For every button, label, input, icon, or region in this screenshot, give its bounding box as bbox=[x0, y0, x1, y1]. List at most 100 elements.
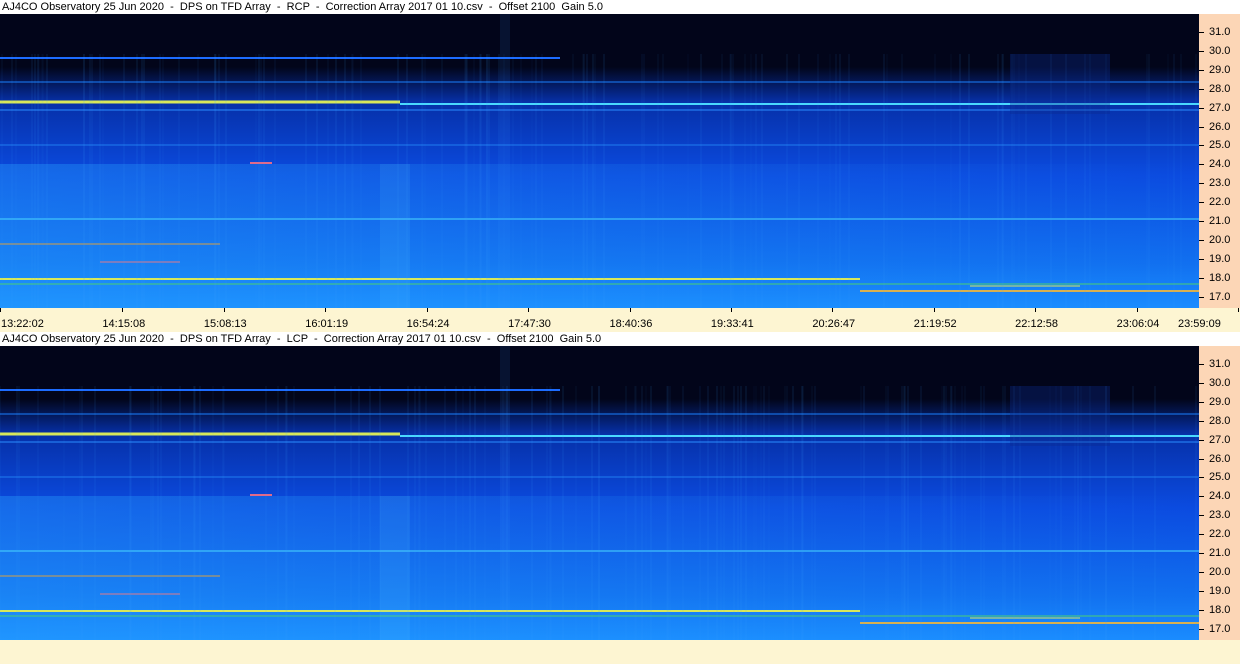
frequency-tick bbox=[1199, 364, 1204, 365]
frequency-label: 25.0 bbox=[1209, 471, 1231, 484]
night-region bbox=[1010, 386, 1110, 446]
time-tick bbox=[730, 308, 732, 312]
frequency-label: 30.0 bbox=[1209, 376, 1231, 389]
spectrogram-panel-lcp: AJ4CO Observatory 25 Jun 2020 - DPS on T… bbox=[0, 332, 1240, 664]
frequency-tick bbox=[1199, 296, 1204, 298]
frequency-label: 17.0 bbox=[1209, 622, 1231, 635]
time-tick bbox=[629, 308, 631, 312]
frequency-label: 23.0 bbox=[1209, 177, 1231, 190]
time-label: 20:26:47 bbox=[812, 318, 856, 330]
frequency-label: 21.0 bbox=[1209, 215, 1231, 227]
frequency-label: 28.0 bbox=[1209, 82, 1231, 95]
frequency-label: 22.0 bbox=[1209, 196, 1231, 209]
spectrogram-canvas bbox=[0, 14, 1199, 308]
time-label: 19:33:41 bbox=[710, 318, 754, 330]
frequency-label: 20.0 bbox=[1209, 233, 1231, 246]
time-tick bbox=[832, 308, 834, 312]
time-tick bbox=[325, 308, 327, 312]
panel-title: AJ4CO Observatory 25 Jun 2020 - DPS on T… bbox=[0, 0, 1240, 14]
time-label: 23:06:04 bbox=[1116, 318, 1160, 330]
time-axis: 13:22:02 14:15:08 15:08:13 16:01:19 16:54:24… bbox=[0, 308, 1240, 330]
frequency-label: 30.0 bbox=[1209, 44, 1231, 57]
time-label: 21:19:52 bbox=[913, 318, 957, 330]
time-label: 23:59:09 bbox=[1178, 318, 1221, 330]
time-label: 16:54:24 bbox=[406, 318, 450, 330]
frequency-axis: 31.0 30.0 29.0 28.0 27.0 26.0 25.0 24.0 23.0 22.0… bbox=[1199, 14, 1240, 308]
frequency-axis: 31.0 30.0 29.0 28.0 27.0 26.0 25.0 24.0 23.0 22.0… bbox=[1199, 346, 1240, 640]
frequency-tick bbox=[1199, 477, 1204, 479]
frequency-tick bbox=[1199, 164, 1204, 166]
time-tick bbox=[0, 308, 1, 312]
frequency-tick bbox=[1199, 239, 1204, 241]
time-label: 14:15:08 bbox=[102, 318, 146, 330]
frequency-tick bbox=[1199, 515, 1204, 517]
time-tick bbox=[1035, 308, 1037, 312]
time-tick bbox=[426, 308, 428, 312]
frequency-label: 23.0 bbox=[1209, 509, 1231, 522]
frequency-tick bbox=[1199, 571, 1204, 573]
frequency-tick bbox=[1199, 420, 1204, 422]
night-region bbox=[1010, 54, 1110, 114]
panel-title: AJ4CO Observatory 25 Jun 2020 - DPS on T… bbox=[0, 332, 1240, 346]
burst-region bbox=[500, 346, 510, 640]
spectrogram-image bbox=[0, 346, 1199, 640]
frequency-tick bbox=[1199, 221, 1204, 222]
frequency-tick bbox=[1199, 183, 1204, 185]
spectrogram-image bbox=[0, 14, 1199, 308]
frequency-label: 17.0 bbox=[1209, 290, 1231, 303]
frequency-label: 26.0 bbox=[1209, 120, 1231, 133]
time-tick bbox=[933, 308, 935, 312]
time-label: 16:01:19 bbox=[305, 318, 349, 330]
frequency-tick bbox=[1199, 590, 1204, 592]
frequency-label: 20.0 bbox=[1209, 565, 1231, 578]
frequency-label: 27.0 bbox=[1209, 433, 1231, 446]
frequency-label: 29.0 bbox=[1209, 395, 1231, 408]
frequency-label: 28.0 bbox=[1209, 414, 1231, 427]
frequency-tick bbox=[1199, 496, 1204, 498]
burst-region bbox=[380, 164, 410, 308]
frequency-label: 24.0 bbox=[1209, 158, 1231, 171]
frequency-label: 18.0 bbox=[1209, 603, 1231, 616]
time-tick bbox=[1136, 308, 1138, 312]
frequency-label: 31.0 bbox=[1209, 26, 1231, 38]
time-tick bbox=[223, 308, 225, 312]
time-axis bbox=[0, 640, 1240, 662]
frequency-label: 18.0 bbox=[1209, 271, 1231, 284]
frequency-label: 22.0 bbox=[1209, 528, 1231, 541]
frequency-label: 27.0 bbox=[1209, 101, 1231, 114]
frequency-tick bbox=[1199, 458, 1204, 460]
frequency-label: 25.0 bbox=[1209, 139, 1231, 152]
frequency-tick bbox=[1199, 553, 1204, 554]
frequency-tick bbox=[1199, 107, 1204, 109]
time-tick bbox=[1238, 308, 1239, 312]
frequency-label: 29.0 bbox=[1209, 63, 1231, 76]
time-tick bbox=[528, 308, 530, 312]
time-label: 13:22:02 bbox=[1, 318, 44, 330]
frequency-tick bbox=[1199, 609, 1204, 611]
spectrogram-canvas bbox=[0, 346, 1199, 640]
frequency-label: 31.0 bbox=[1209, 358, 1231, 370]
time-label: 18:40:36 bbox=[609, 318, 653, 330]
time-label: 15:08:13 bbox=[203, 318, 247, 330]
frequency-tick bbox=[1199, 277, 1204, 279]
frequency-label: 26.0 bbox=[1209, 452, 1231, 465]
frequency-tick bbox=[1199, 69, 1204, 71]
burst-region bbox=[380, 496, 410, 640]
frequency-tick bbox=[1199, 202, 1204, 204]
frequency-tick bbox=[1199, 50, 1204, 52]
frequency-label: 19.0 bbox=[1209, 584, 1231, 597]
time-label: 22:12:58 bbox=[1015, 318, 1058, 330]
frequency-tick bbox=[1199, 401, 1204, 403]
frequency-label: 24.0 bbox=[1209, 490, 1231, 503]
frequency-label: 21.0 bbox=[1209, 547, 1231, 559]
frequency-tick bbox=[1199, 258, 1204, 260]
frequency-tick bbox=[1199, 145, 1204, 147]
frequency-label: 19.0 bbox=[1209, 252, 1231, 265]
spectrogram-panel-rcp: AJ4CO Observatory 25 Jun 2020 - DPS on T… bbox=[0, 0, 1240, 330]
time-tick bbox=[122, 308, 124, 312]
frequency-tick bbox=[1199, 628, 1204, 630]
frequency-tick bbox=[1199, 126, 1204, 128]
time-label: 17:47:30 bbox=[508, 318, 551, 330]
frequency-tick bbox=[1199, 32, 1204, 33]
frequency-tick bbox=[1199, 534, 1204, 536]
